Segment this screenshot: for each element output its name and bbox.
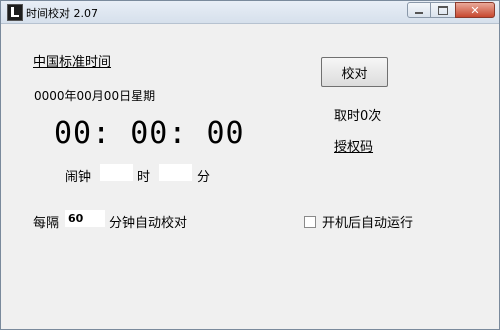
alarm-hour-input[interactable] (100, 164, 133, 181)
maximize-icon (438, 5, 448, 15)
app-window: 时间校对 2.07 ✕ 中国标准时间 0000年00月00日星期 00: 00:… (0, 0, 500, 330)
clock-display: 00: 00: 00 (54, 116, 245, 151)
autostart-label: 开机后自动运行 (322, 216, 414, 231)
close-button[interactable]: ✕ (455, 2, 495, 18)
window-controls: ✕ (407, 2, 495, 19)
title-bar: 时间校对 2.07 ✕ (1, 1, 499, 24)
autostart-option[interactable]: 开机后自动运行 (304, 212, 413, 231)
close-icon: ✕ (470, 3, 480, 17)
auth-code-link[interactable]: 授权码 (334, 136, 373, 155)
fetch-count-text: 取时0次 (334, 109, 382, 124)
interval-input[interactable] (65, 210, 105, 227)
alarm-minute-input[interactable] (159, 164, 192, 181)
standard-time-link[interactable]: 中国标准时间 (33, 51, 111, 70)
minimize-icon (415, 12, 423, 14)
date-display: 0000年00月00日星期 (34, 89, 156, 103)
alarm-minute-unit: 分 (197, 170, 211, 185)
alarm-label: 闹钟 (65, 170, 92, 185)
autostart-checkbox[interactable] (304, 215, 316, 228)
calibrate-button[interactable]: 校对 (321, 57, 388, 87)
app-icon (7, 4, 23, 21)
interval-suffix: 分钟自动校对 (109, 216, 188, 231)
window-title: 时间校对 2.07 (26, 7, 98, 20)
interval-prefix: 每隔 (33, 216, 60, 231)
alarm-hour-unit: 时 (137, 170, 151, 185)
maximize-button[interactable] (431, 2, 455, 18)
minimize-button[interactable] (407, 2, 431, 18)
